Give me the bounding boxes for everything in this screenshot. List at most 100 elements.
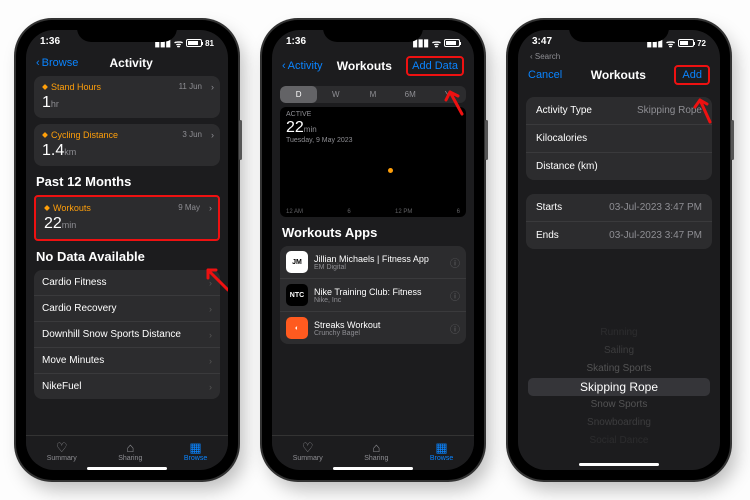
tab-label: Summary [47, 455, 77, 462]
chevron-right-icon: › [211, 130, 214, 140]
card-value: 22min [44, 215, 210, 233]
cancel-button[interactable]: Cancel [528, 69, 562, 81]
info-icon[interactable]: ⓘ [450, 321, 460, 336]
notch [77, 20, 177, 42]
list-label: Cardio Recovery [42, 303, 116, 314]
list-item[interactable]: Cardio Recovery › [34, 296, 220, 322]
tab-icon: ♡ [302, 441, 314, 454]
activity-picker[interactable]: RunningSailingSkating SportsSkipping Rop… [518, 324, 720, 450]
card-date: 9 May [178, 203, 200, 212]
list-item[interactable]: Move Minutes› [34, 348, 220, 374]
time-range-segment[interactable]: DWM6MY [280, 86, 466, 103]
segment-M[interactable]: M [354, 86, 391, 103]
app-meta: Streaks WorkoutCrunchy Bagel [314, 320, 444, 337]
tab-sharing[interactable]: ⌂Sharing [118, 441, 142, 462]
card-date: 3 Jun [182, 130, 202, 139]
chevron-right-icon: › [209, 330, 212, 340]
tab-icon: ♡ [56, 441, 68, 454]
chart-subtitle: Tuesday, 9 May 2023 [286, 137, 353, 144]
tab-browse[interactable]: ▦Browse [184, 441, 207, 462]
add-data-button[interactable]: Add Data [406, 56, 464, 76]
tab-summary[interactable]: ♡Summary [47, 441, 77, 462]
tab-label: Browse [430, 455, 453, 462]
card-cycling[interactable]: Cycling Distance 3 Jun › 1.4km [34, 124, 220, 166]
app-name: Jillian Michaels | Fitness App [314, 254, 444, 264]
back-to-search[interactable]: ‹ Search [518, 52, 720, 61]
form-value: Skipping Rope [637, 105, 702, 116]
tab-sharing[interactable]: ⌂Sharing [364, 441, 388, 462]
picker-option[interactable]: Social Dance [518, 432, 720, 450]
back-button[interactable]: ‹ Browse [36, 57, 78, 69]
form-key: Activity Type [536, 105, 592, 116]
app-row[interactable]: NTCNike Training Club: FitnessNike, Incⓘ [280, 279, 466, 312]
chart-series-label: ACTIVE [286, 111, 311, 118]
picker-option[interactable]: Running [518, 324, 720, 342]
home-indicator[interactable] [333, 467, 413, 470]
form-value: 03-Jul-2023 3:47 PM [609, 230, 702, 241]
form-key: Starts [536, 202, 562, 213]
app-row[interactable]: ◐ Streaks WorkoutCrunchy Bagel ⓘ [280, 312, 466, 344]
chevron-right-icon: › [209, 382, 212, 392]
add-button[interactable]: Add [674, 65, 710, 85]
home-indicator[interactable] [579, 463, 659, 466]
tab-icon: ⌂ [372, 441, 380, 454]
content[interactable]: DWM6MY ACTIVE 22min Tuesday, 9 May 2023 … [272, 82, 474, 435]
info-icon[interactable]: ⓘ [450, 288, 460, 303]
segment-6M[interactable]: 6M [392, 86, 429, 103]
chevron-right-icon: › [209, 304, 212, 314]
form-row[interactable]: Starts03-Jul-2023 3:47 PM [526, 194, 712, 222]
info-icon[interactable]: ⓘ [450, 255, 460, 270]
no-data-list: Cardio Fitness›Cardio Recovery›Downhill … [34, 270, 220, 399]
card-workouts[interactable]: Workouts 9 May › 22min [34, 195, 220, 241]
apps-list: JMJillian Michaels | Fitness AppEM Digit… [280, 246, 466, 344]
chevron-right-icon: › [209, 203, 212, 213]
workout-chart[interactable]: ACTIVE 22min Tuesday, 9 May 2023 12 AM61… [280, 107, 466, 217]
app-icon: ◐ [286, 317, 308, 339]
list-item[interactable]: Downhill Snow Sports Distance› [34, 322, 220, 348]
form-row[interactable]: Distance (km) [526, 153, 712, 180]
tab-label: Sharing [364, 455, 388, 462]
tab-browse[interactable]: ▦Browse [430, 441, 453, 462]
clock: 1:36 [286, 36, 306, 50]
picker-option[interactable]: Skipping Rope [528, 378, 710, 396]
app-name: Streaks Workout [314, 320, 444, 330]
screen-add-workout: 3:47 ▮▮▮ ᯤ 72 ‹ Search Cancel Workouts A… [518, 30, 720, 470]
app-row[interactable]: JMJillian Michaels | Fitness AppEM Digit… [280, 246, 466, 279]
form-row[interactable]: Ends03-Jul-2023 3:47 PM [526, 222, 712, 249]
tab-icon: ▦ [189, 441, 201, 454]
axis-tick: 12 AM [286, 209, 303, 215]
segment-Y[interactable]: Y [429, 86, 466, 103]
card-stand-hours[interactable]: Stand Hours 11 Jun › 1hr [34, 76, 220, 118]
clock: 3:47 [532, 36, 552, 50]
picker-option[interactable]: Skating Sports [518, 360, 720, 378]
list-item[interactable]: Cardio Fitness› [34, 270, 220, 296]
app-meta: Jillian Michaels | Fitness AppEM Digital [314, 254, 444, 271]
picker-option[interactable]: Sailing [518, 342, 720, 360]
notch [569, 20, 669, 42]
picker-option[interactable]: Snow Sports [518, 396, 720, 414]
picker-option[interactable]: Snowboarding [518, 414, 720, 432]
content[interactable]: Stand Hours 11 Jun › 1hr Cycling Distanc… [26, 76, 228, 435]
form-row[interactable]: Activity Type Skipping Rope [526, 97, 712, 125]
chart-value: 22min [286, 119, 317, 137]
chevron-right-icon: › [209, 278, 212, 288]
form-group-activity: Activity Type Skipping Rope KilocaloriesDi… [526, 97, 712, 180]
phone-frame-1: 1:36 ▮▮▮ ᯤ 81 ‹ Browse Activity Stand Ho… [16, 20, 238, 480]
clock: 1:36 [40, 36, 60, 50]
screen-workouts: 1:36 ▮▮▮ ᯤ ‹ Activity Workouts Add Data … [272, 30, 474, 470]
back-button[interactable]: ‹ Activity [282, 60, 323, 72]
battery-icon [678, 39, 694, 47]
list-item[interactable]: NikeFuel› [34, 374, 220, 399]
tab-summary[interactable]: ♡Summary [293, 441, 323, 462]
app-dev: Nike, Inc [314, 297, 444, 304]
page-title: Workouts [591, 68, 646, 82]
segment-D[interactable]: D [280, 86, 317, 103]
nav-bar: Cancel Workouts Add [518, 61, 720, 91]
form-row[interactable]: Kilocalories [526, 125, 712, 153]
segment-W[interactable]: W [317, 86, 354, 103]
status-right: ▮▮▮ ᯤ [412, 36, 460, 50]
back-label: Activity [288, 60, 323, 72]
app-dev: Crunchy Bagel [314, 330, 444, 337]
wifi-icon: ᯤ [666, 36, 675, 50]
home-indicator[interactable] [87, 467, 167, 470]
